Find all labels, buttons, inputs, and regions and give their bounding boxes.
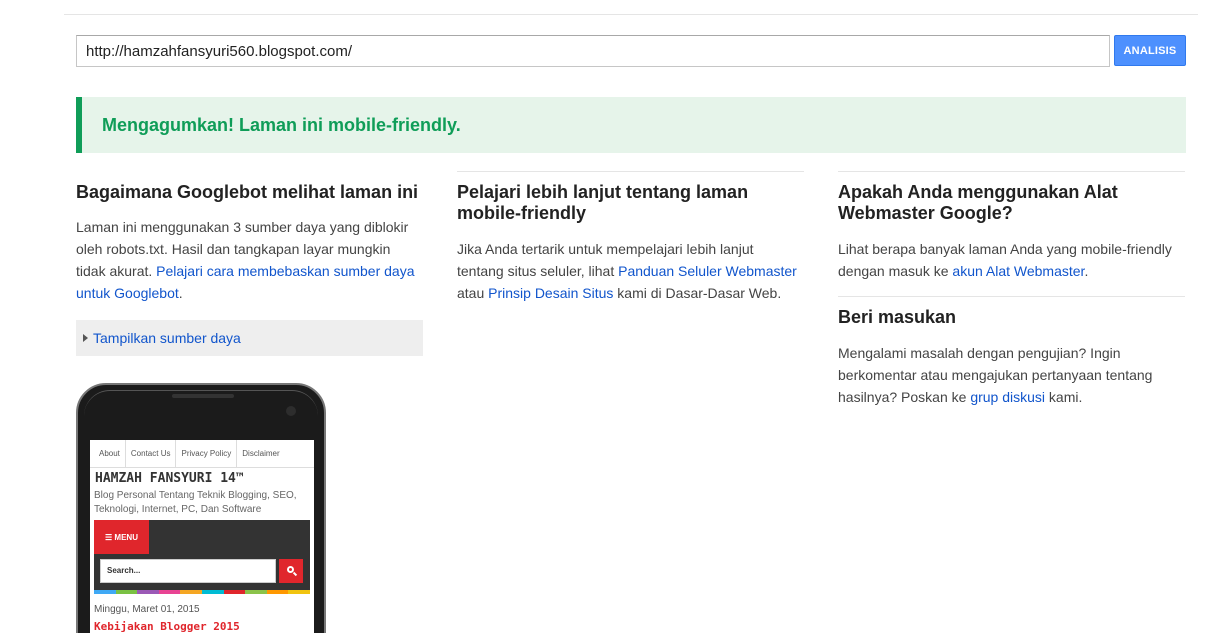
mobile-nav-about: About: [94, 440, 126, 468]
top-divider: [64, 14, 1198, 15]
color-stripe: [288, 590, 310, 594]
learn-more-text: Jika Anda tertarik untuk mempelajari leb…: [457, 241, 797, 301]
feedback-text: Mengalami masalah dengan pengujian? Ingi…: [838, 345, 1153, 405]
learn-more-section: Pelajari lebih lanjut tentang laman mobi…: [457, 171, 804, 304]
color-stripe: [245, 590, 267, 594]
show-resources-label: Tampilkan sumber daya: [93, 330, 241, 346]
color-stripe: [266, 590, 289, 594]
result-banner: Mengagumkan! Laman ini mobile-friendly.: [76, 97, 1186, 153]
design-principles-link[interactable]: Prinsip Desain Situs: [488, 285, 613, 301]
color-stripe: [94, 590, 116, 594]
webmaster-text: Lihat berapa banyak laman Anda yang mobi…: [838, 241, 1172, 279]
discussion-group-link[interactable]: grup diskusi: [970, 389, 1045, 405]
mobile-nav: About Contact Us Privacy Policy Disclaim…: [90, 440, 314, 468]
feedback-heading: Beri masukan: [838, 307, 957, 327]
googlebot-text: Laman ini menggunakan 3 sumber daya yang…: [76, 219, 415, 301]
show-resources-toggle[interactable]: Tampilkan sumber daya: [76, 320, 423, 356]
phone-preview: About Contact Us Privacy Policy Disclaim…: [76, 383, 326, 633]
mobile-post-date: Minggu, Maret 01, 2015: [94, 604, 200, 615]
color-stripe: [223, 590, 246, 594]
mobile-guide-link[interactable]: Panduan Seluler Webmaster: [618, 263, 797, 279]
mobile-search-input: Search...: [100, 559, 276, 583]
phone-speaker: [172, 394, 234, 398]
section-divider: [838, 296, 1185, 297]
webmaster-heading: Apakah Anda menggunakan Alat Webmaster G…: [838, 182, 1118, 223]
color-stripe: [115, 590, 138, 594]
mobile-menu-button: ☰ MENU: [94, 520, 149, 554]
color-stripe: [180, 590, 202, 594]
mobile-search-button: [279, 559, 303, 583]
color-stripe: [158, 590, 181, 594]
phone-camera-icon: [286, 406, 296, 416]
mobile-nav-contact: Contact Us: [126, 440, 177, 468]
mobile-searchbar: Search...: [94, 554, 310, 590]
mobile-menubar: ☰ MENU: [94, 520, 310, 554]
analyze-button[interactable]: ANALISIS: [1114, 35, 1186, 66]
color-stripe: [201, 590, 224, 594]
mobile-post-title: Kebijakan Blogger 2015: [94, 620, 240, 633]
mobile-site-title: HAMZAH FANSYURI 14™: [95, 471, 244, 486]
googlebot-heading: Bagaimana Googlebot melihat laman ini: [76, 182, 419, 202]
result-message: Mengagumkan! Laman ini mobile-friendly.: [102, 115, 461, 135]
webmaster-account-link[interactable]: akun Alat Webmaster: [952, 263, 1084, 279]
googlebot-view-section: Bagaimana Googlebot melihat laman ini La…: [76, 171, 423, 304]
learn-more-heading: Pelajari lebih lanjut tentang laman mobi…: [457, 182, 749, 223]
url-input[interactable]: [76, 35, 1110, 67]
color-stripe: [137, 590, 159, 594]
triangle-right-icon: [83, 334, 88, 342]
mobile-nav-disclaimer: Disclaimer: [242, 448, 280, 458]
search-icon-handle: [292, 571, 298, 577]
mobile-site-description: Blog Personal Tentang Teknik Blogging, S…: [94, 490, 297, 515]
phone-screen: About Contact Us Privacy Policy Disclaim…: [90, 440, 314, 633]
mobile-color-stripes: [94, 590, 310, 594]
mobile-nav-privacy: Privacy Policy: [176, 440, 238, 468]
feedback-section: Beri masukan Mengalami masalah dengan pe…: [838, 307, 1185, 408]
webmaster-tools-section: Apakah Anda menggunakan Alat Webmaster G…: [838, 171, 1185, 408]
